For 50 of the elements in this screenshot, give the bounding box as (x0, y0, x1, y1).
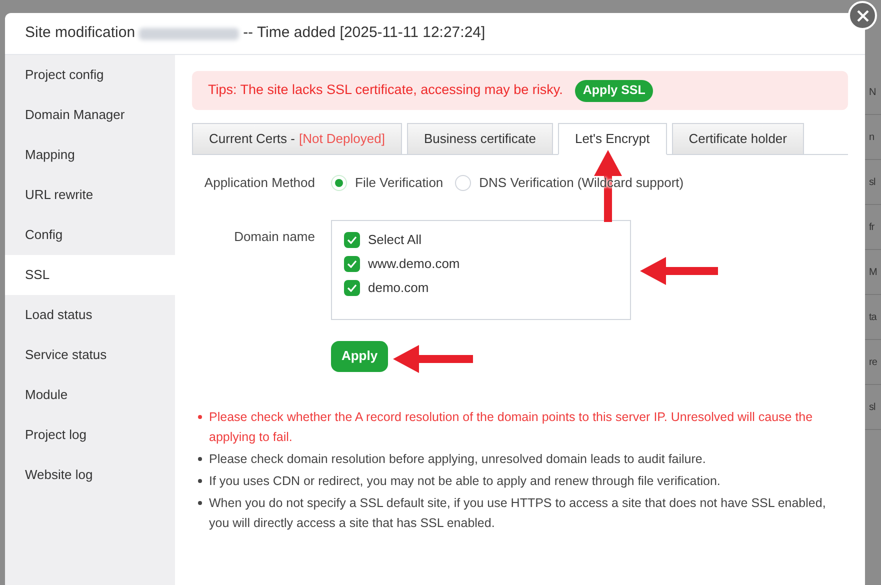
bullet-icon (198, 500, 202, 504)
sidebar-item[interactable]: Project config (5, 55, 175, 95)
sidebar-item[interactable]: Mapping (5, 135, 175, 175)
radio[interactable] (331, 174, 347, 191)
note-text: Please check whether the A record resolution of the domain points to this server IP. Unresolved will cause the applying to fail. (209, 408, 814, 446)
time-added: -- Time added [2025-11-11 12:27:24] (243, 23, 486, 44)
domain-option[interactable]: www.demo.com (344, 256, 630, 272)
bullet-icon (198, 478, 202, 482)
table-cell-text: sl (869, 176, 876, 190)
checkbox[interactable] (344, 232, 360, 248)
sidebar-item[interactable]: Config (5, 215, 175, 255)
check-icon (347, 260, 357, 268)
sidebar-item[interactable]: Module (5, 375, 175, 415)
radio[interactable] (455, 174, 472, 191)
table-cell-text: M (869, 266, 877, 280)
dialog-title: Site modification (25, 23, 136, 44)
note-text: If you uses CDN or redirect, you may not be able to apply and renew through file verification. (209, 472, 720, 490)
close-icon (856, 10, 868, 22)
domain-option[interactable]: Select All (344, 232, 630, 248)
bullet-icon (198, 414, 202, 418)
sidebar-item[interactable]: URL rewrite (5, 175, 175, 215)
sidebar-item[interactable]: Project log (5, 415, 175, 455)
table-cell-text: sl (869, 400, 876, 414)
sidebar-item[interactable]: Load status (5, 295, 175, 335)
domain-label: Domain name (233, 228, 316, 246)
sidebar-item[interactable]: Website log (5, 455, 175, 495)
checkbox[interactable] (344, 256, 360, 272)
check-icon (347, 284, 357, 292)
checkbox[interactable] (344, 280, 360, 296)
sidebar-item[interactable]: Service status (5, 335, 175, 375)
tips-text: Tips: The site lacks SSL certificate, accessing may be risky. (208, 81, 563, 100)
method-label: Application Method (203, 174, 316, 192)
bullet-icon (198, 456, 202, 460)
table-cell-text: N (869, 86, 876, 100)
table-cell-text: fr (869, 220, 874, 234)
table-cell-text: n (869, 130, 874, 144)
tab[interactable]: Current Certs - [Not Deployed] (192, 123, 402, 155)
table-cell-text: re (869, 356, 877, 370)
domain-option[interactable]: demo.com (344, 280, 630, 296)
table-cell-text: ta (869, 310, 876, 324)
note-text: Please check domain resolution before applying, unresolved domain leads to audit failure. (209, 450, 706, 468)
close-button[interactable] (848, 1, 877, 30)
sidebar-item[interactable]: Domain Manager (5, 95, 175, 135)
tab[interactable]: Business certificate (406, 123, 553, 155)
tab[interactable]: Certificate holder (672, 123, 804, 155)
check-icon (347, 236, 357, 244)
note-text: When you do not specify a SSL default site, if you use HTTPS to access a site that does not have SSL enabled, you will directly access a site that has SSL enabled. (209, 494, 827, 532)
radio-option[interactable]: File Verification (331, 173, 444, 192)
tab[interactable]: Let's Encrypt (558, 123, 667, 155)
sidebar-item[interactable]: SSL (5, 255, 175, 295)
